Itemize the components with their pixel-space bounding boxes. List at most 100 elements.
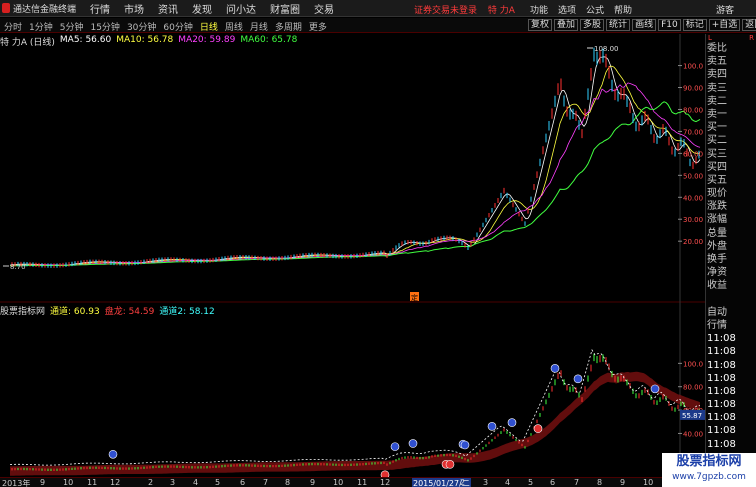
side-panel-item[interactable]: 委比 xyxy=(706,42,756,55)
menu-item[interactable]: 问小达 xyxy=(226,1,256,16)
time-axis-label: 3 xyxy=(483,478,489,487)
period-tab[interactable]: 多周期 xyxy=(275,20,302,33)
price-tick-label: 70.00 xyxy=(683,128,703,136)
time-axis-label: 5 xyxy=(215,478,221,487)
high-price-label: 108.00 xyxy=(594,45,619,53)
toolbar-button[interactable]: 复权 xyxy=(528,19,553,31)
signal-marker xyxy=(573,374,583,384)
side-top-left[interactable]: L xyxy=(708,34,712,42)
ma5-line xyxy=(9,56,701,266)
side-panel-item[interactable]: 11:08 xyxy=(706,345,756,358)
side-panel-item[interactable]: 自动 xyxy=(706,306,756,319)
period-tab[interactable]: 1分钟 xyxy=(29,20,53,33)
period-tab[interactable]: 月线 xyxy=(250,20,268,33)
side-panel-item[interactable]: 11:08 xyxy=(706,332,756,345)
side-panel-item[interactable]: 11:08 xyxy=(706,411,756,424)
side-panel-item[interactable]: 11:08 xyxy=(706,372,756,385)
side-panel-item[interactable]: 换手 xyxy=(706,253,756,266)
login-alert[interactable]: 证券交易未登录 特 力A xyxy=(414,3,515,16)
sub-price-tick-label: 100.0 xyxy=(683,360,703,368)
menu-item[interactable]: 行情 xyxy=(90,1,110,16)
indicator-title: 股票指标网 xyxy=(0,307,46,317)
side-panel-item[interactable]: 涨幅 xyxy=(706,213,756,226)
period-tab[interactable]: 日线 xyxy=(200,20,218,33)
side-panel-item[interactable]: 买五 xyxy=(706,174,756,187)
toolbar-button[interactable]: 画线 xyxy=(632,19,657,31)
side-panel-item[interactable]: 卖二 xyxy=(706,95,756,108)
kline-chart[interactable]: 8.70 108.00 定 100.0 90.00 80.00 70.00 60.00 50.… xyxy=(0,34,705,477)
current-value-label: 55.87 xyxy=(682,412,702,420)
side-panel-item[interactable]: 涨跌 xyxy=(706,200,756,213)
side-panel-item[interactable]: 外盘 xyxy=(706,240,756,253)
indicator-legend: 通道2: 58.12 xyxy=(159,307,215,317)
menu-function[interactable]: 功能 xyxy=(530,3,548,16)
menu-item[interactable]: 财富圈 xyxy=(270,1,300,16)
side-panel-top: L R xyxy=(706,34,756,42)
time-axis-label: 9 xyxy=(40,478,46,487)
side-panel-item[interactable]: 现价 xyxy=(706,187,756,200)
side-panel-item[interactable]: 卖三 xyxy=(706,82,756,95)
indicator-legend: 盘龙: 54.59 xyxy=(104,307,155,317)
toolbar-button[interactable]: 多股 xyxy=(580,19,605,31)
signal-marker xyxy=(408,439,418,448)
side-panel-item[interactable]: 总量 xyxy=(706,227,756,240)
time-axis-label: 7 xyxy=(574,478,580,487)
period-tab[interactable]: 30分钟 xyxy=(127,20,156,33)
side-panel-item[interactable]: 11:08 xyxy=(706,359,756,372)
price-tick-label: 40.00 xyxy=(683,194,703,202)
login-alert-text: 证券交易未登录 xyxy=(414,6,478,16)
menu-item[interactable]: 发现 xyxy=(192,1,212,16)
side-panel-item[interactable] xyxy=(706,293,756,306)
period-tab[interactable]: 周线 xyxy=(225,20,243,33)
menu-item[interactable]: 资讯 xyxy=(158,1,178,16)
toolbar-button[interactable]: 返回 xyxy=(742,19,756,31)
toolbar-button[interactable]: 标记 xyxy=(682,19,707,31)
side-panel-item[interactable]: 11:08 xyxy=(706,398,756,411)
side-panel-item[interactable]: 11:08 xyxy=(706,424,756,437)
period-tab[interactable]: 60分钟 xyxy=(163,20,192,33)
time-axis-label: 4 xyxy=(193,478,199,487)
price-tick-label: 100.0 xyxy=(683,63,703,71)
side-panel-item[interactable]: 行情 xyxy=(706,319,756,332)
toolbar: 分时 1分钟 5分钟 15分钟 30分钟 60分钟 日线 周线 月线 多周期 更多 复权 叠加 多股 统计… xyxy=(0,18,756,33)
side-panel-item[interactable]: 买三 xyxy=(706,148,756,161)
side-panel-item[interactable]: 卖四 xyxy=(706,68,756,81)
side-panel-item[interactable]: 11:08 xyxy=(706,385,756,398)
toolbar-button[interactable]: 统计 xyxy=(606,19,631,31)
menu-formula[interactable]: 公式 xyxy=(586,3,604,16)
app-logo-icon xyxy=(2,3,10,13)
menu-help[interactable]: 帮助 xyxy=(614,3,632,16)
time-axis-label: 8 xyxy=(597,478,603,487)
period-tab[interactable]: 分时 xyxy=(4,20,22,33)
period-tab[interactable]: 更多 xyxy=(309,20,327,33)
guest-label[interactable]: 游客 xyxy=(716,3,734,16)
menu-options[interactable]: 选项 xyxy=(558,3,576,16)
side-panel-item[interactable]: 收益 xyxy=(706,279,756,292)
signal-marker xyxy=(445,460,455,469)
side-panel-item[interactable]: 净资 xyxy=(706,266,756,279)
period-tab[interactable]: 15分钟 xyxy=(90,20,119,33)
signal-marker xyxy=(650,384,660,394)
side-panel-item[interactable]: 卖五 xyxy=(706,55,756,68)
toolbar-button[interactable]: F10 xyxy=(658,19,681,31)
side-panel-item[interactable]: 11:08 xyxy=(706,438,756,451)
indicator-header: 股票指标网 通道: 60.93 盘龙: 54.59 通道2: 58.12 xyxy=(0,304,220,317)
time-axis-label: 11 xyxy=(357,478,368,487)
toolbar-button[interactable]: +自选 xyxy=(708,19,741,31)
signal-marker xyxy=(460,440,470,450)
price-tick-label: 60.00 xyxy=(683,150,703,158)
menu-item[interactable]: 市场 xyxy=(124,1,144,16)
low-price-label: 8.70 xyxy=(10,263,26,271)
signal-marker xyxy=(390,442,400,451)
time-axis-label: 6 xyxy=(240,478,246,487)
period-tab[interactable]: 5分钟 xyxy=(60,20,84,33)
sub-price-tick-label: 80.00 xyxy=(683,384,703,392)
toolbar-button[interactable]: 叠加 xyxy=(554,19,579,31)
side-panel-item[interactable]: 买二 xyxy=(706,134,756,147)
side-top-right[interactable]: R xyxy=(749,34,754,42)
side-panel-item[interactable]: 买四 xyxy=(706,161,756,174)
side-panel-item[interactable]: 买一 xyxy=(706,121,756,134)
side-panel-item[interactable]: 卖一 xyxy=(706,108,756,121)
menu-item[interactable]: 交易 xyxy=(314,1,334,16)
time-axis-label: 10 xyxy=(643,478,654,487)
